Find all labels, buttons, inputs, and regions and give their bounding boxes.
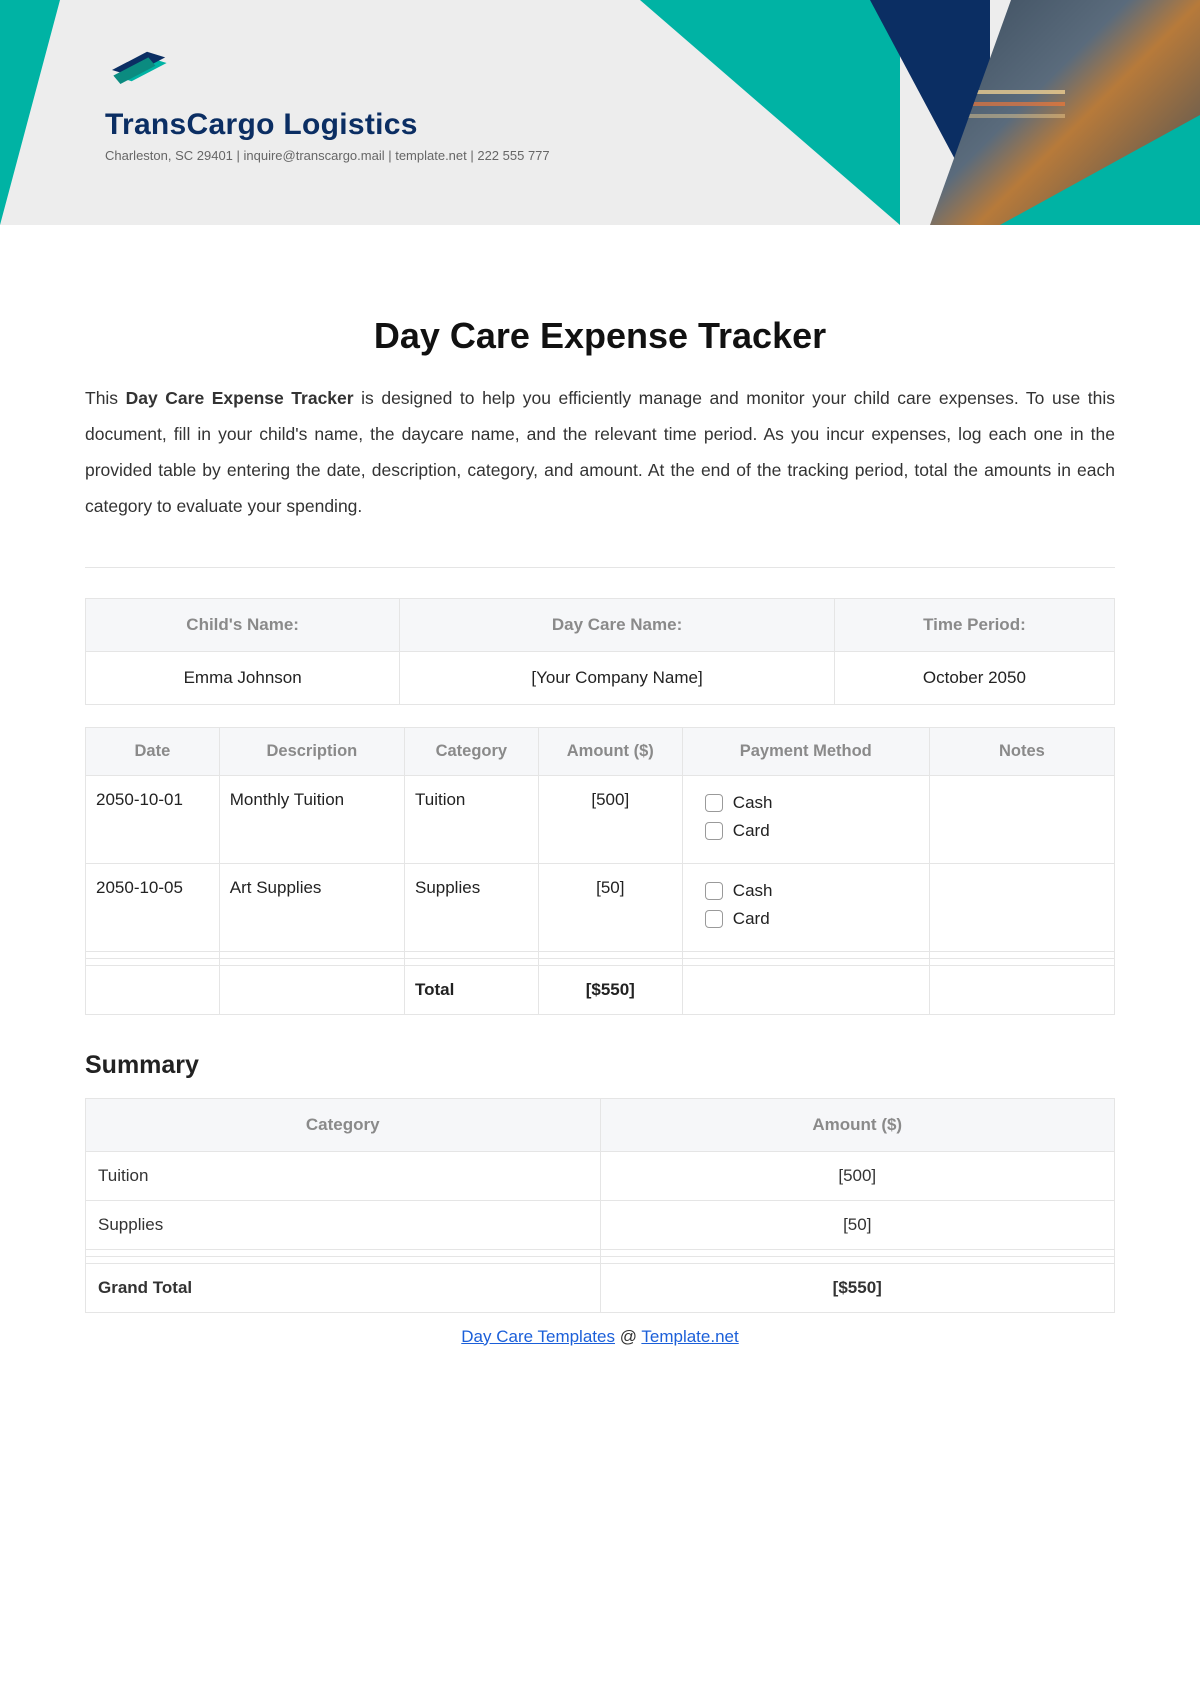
intro-paragraph: This Day Care Expense Tracker is designe… [85,381,1115,525]
info-header-period: Time Period: [834,598,1114,651]
log-amt: [50] [538,863,682,951]
log-notes [929,863,1114,951]
log-cat: Tuition [404,775,538,863]
header-shape-corner [1000,115,1200,225]
pay-label-card: Card [733,821,770,841]
pay-label-cash: Cash [733,881,773,901]
pay-label-card: Card [733,909,770,929]
table-row: Supplies [50] [86,1200,1115,1249]
expense-log-table: Date Description Category Amount ($) Pay… [85,727,1115,1015]
brand-name: TransCargo Logistics [105,108,550,142]
log-header-date: Date [86,727,220,775]
table-row-spacer [86,1249,1115,1256]
log-pay: Cash Card [682,775,929,863]
log-header-notes: Notes [929,727,1114,775]
footer-links: Day Care Templates @ Template.net [85,1327,1115,1347]
log-date: 2050-10-01 [86,775,220,863]
page-title: Day Care Expense Tracker [85,315,1115,357]
summary-header-cat: Category [86,1098,601,1151]
log-header-amt: Amount ($) [538,727,682,775]
payment-option-cash: Cash [705,881,919,901]
footer-link-left[interactable]: Day Care Templates [461,1327,615,1346]
summary-grand-value: [$550] [600,1263,1115,1312]
intro-prefix: This [85,388,126,408]
log-desc: Monthly Tuition [219,775,404,863]
summary-header-amt: Amount ($) [600,1098,1115,1151]
header-graphics [580,0,1200,225]
table-row: Tuition [500] [86,1151,1115,1200]
document-body: Day Care Expense Tracker This Day Care E… [0,225,1200,1387]
header-shape-teal [640,0,900,225]
log-notes [929,775,1114,863]
table-row: 2050-10-01 Monthly Tuition Tuition [500]… [86,775,1115,863]
table-row-grand-total: Grand Total [$550] [86,1263,1115,1312]
summary-cat: Supplies [86,1200,601,1249]
table-row-spacer [86,951,1115,958]
checkbox-icon[interactable] [705,794,723,812]
log-header-desc: Description [219,727,404,775]
log-header-pay: Payment Method [682,727,929,775]
info-value-child: Emma Johnson [86,651,400,704]
brand-block: TransCargo Logistics Charleston, SC 2940… [105,40,550,163]
checkbox-icon[interactable] [705,822,723,840]
header-accent-left [0,0,60,225]
log-date: 2050-10-05 [86,863,220,951]
summary-grand-label: Grand Total [86,1263,601,1312]
table-row: Child's Name: Day Care Name: Time Period… [86,598,1115,651]
table-row: Emma Johnson [Your Company Name] October… [86,651,1115,704]
pay-label-cash: Cash [733,793,773,813]
brand-logo-icon [105,40,175,100]
table-row: Date Description Category Amount ($) Pay… [86,727,1115,775]
intro-bold: Day Care Expense Tracker [126,388,354,408]
log-pay: Cash Card [682,863,929,951]
summary-amt: [50] [600,1200,1115,1249]
log-amt: [500] [538,775,682,863]
log-total-label: Total [404,965,538,1014]
payment-option-card: Card [705,909,919,929]
info-value-period: October 2050 [834,651,1114,704]
footer-link-right[interactable]: Template.net [641,1327,738,1346]
summary-table: Category Amount ($) Tuition [500] Suppli… [85,1098,1115,1313]
summary-amt: [500] [600,1151,1115,1200]
table-row-spacer [86,1256,1115,1263]
brand-tagline: Charleston, SC 29401 | inquire@transcarg… [105,148,550,163]
payment-option-cash: Cash [705,793,919,813]
table-row-total: Total [$550] [86,965,1115,1014]
header-banner: TransCargo Logistics Charleston, SC 2940… [0,0,1200,225]
checkbox-icon[interactable] [705,882,723,900]
log-desc: Art Supplies [219,863,404,951]
info-header-child: Child's Name: [86,598,400,651]
footer-sep: @ [615,1327,641,1346]
info-table: Child's Name: Day Care Name: Time Period… [85,598,1115,705]
log-total-value: [$550] [538,965,682,1014]
table-row: 2050-10-05 Art Supplies Supplies [50] Ca… [86,863,1115,951]
payment-option-card: Card [705,821,919,841]
table-row: Category Amount ($) [86,1098,1115,1151]
info-header-daycare: Day Care Name: [400,598,835,651]
summary-heading: Summary [85,1051,1115,1080]
log-header-cat: Category [404,727,538,775]
log-cat: Supplies [404,863,538,951]
summary-cat: Tuition [86,1151,601,1200]
checkbox-icon[interactable] [705,910,723,928]
table-row-spacer [86,958,1115,965]
info-value-daycare: [Your Company Name] [400,651,835,704]
divider [85,567,1115,568]
